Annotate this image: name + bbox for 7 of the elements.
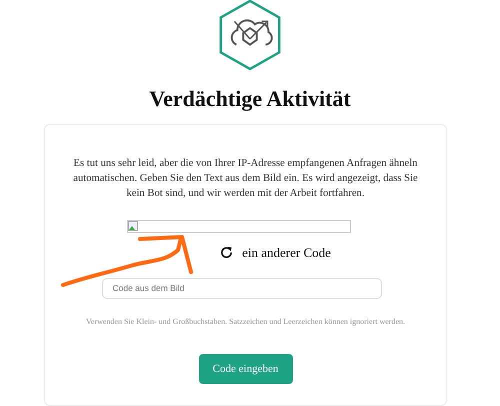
page-title: Verdächtige Aktivität	[149, 86, 351, 112]
refresh-icon	[220, 246, 234, 260]
hint-text: Verwenden Sie Klein- und Großbuchstaben. Satzzeichen und Leerzeichen können ignoriert werden.	[86, 316, 405, 326]
message-text: Es tut uns sehr leid, aber die von Ihrer IP-Adresse empfangenen Anfragen ähneln automatischen. Geben Sie den Text aus dem Bild ein. Es wird angezeigt, dass Sie kein Bot sind, und wir werden mit der Arbeit fortfahren.	[72, 156, 419, 201]
code-input-field[interactable]: Code aus dem Bild	[102, 278, 382, 299]
broken-image-icon	[128, 220, 138, 231]
refresh-link[interactable]: ein anderer Code	[220, 244, 331, 261]
